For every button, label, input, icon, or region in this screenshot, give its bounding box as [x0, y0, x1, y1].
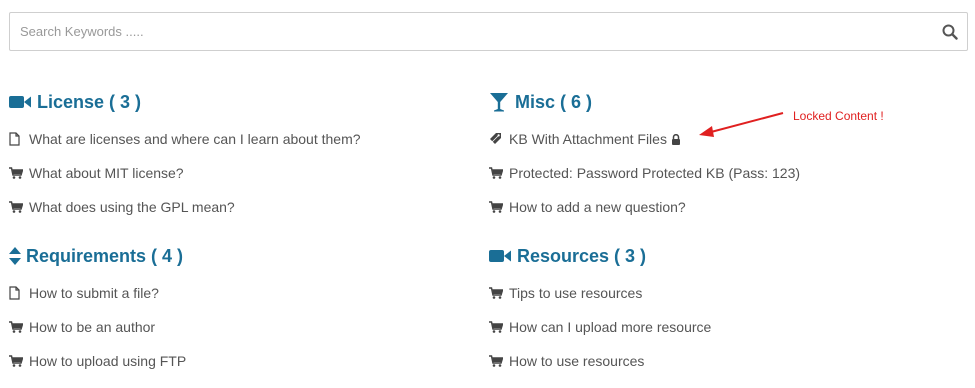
- article-link[interactable]: What about MIT license?: [29, 165, 184, 181]
- video-camera-icon: [9, 94, 31, 110]
- search-icon[interactable]: [933, 13, 967, 50]
- search-bar: [9, 12, 968, 51]
- article-link[interactable]: Tips to use resources: [509, 285, 642, 301]
- cart-icon: [9, 355, 23, 367]
- cart-icon: [489, 321, 503, 333]
- document-icon: [9, 132, 23, 146]
- list-item: What does using the GPL mean?: [9, 197, 235, 217]
- cocktail-glass-icon: [489, 92, 509, 112]
- category-title-text: Requirements ( 4 ): [26, 245, 184, 266]
- list-item: KB With Attachment Files: [489, 129, 681, 149]
- article-link[interactable]: What does using the GPL mean?: [29, 199, 235, 215]
- article-link[interactable]: How to be an author: [29, 319, 155, 335]
- article-link[interactable]: Protected: Password Protected KB (Pass: …: [509, 165, 800, 181]
- document-icon: [9, 286, 23, 300]
- cart-icon: [489, 167, 503, 179]
- cart-icon: [489, 287, 503, 299]
- article-link[interactable]: KB With Attachment Files: [509, 131, 667, 147]
- video-camera-icon: [489, 248, 511, 264]
- cart-icon: [489, 201, 503, 213]
- category-title-text: Resources ( 3 ): [517, 245, 647, 266]
- cart-icon: [489, 355, 503, 367]
- list-item: How to be an author: [9, 317, 155, 337]
- article-link[interactable]: What are licenses and where can I learn …: [29, 131, 361, 147]
- list-item: How to upload using FTP: [9, 351, 186, 371]
- list-item: How to use resources: [489, 351, 644, 371]
- list-item: How to add a new question?: [489, 197, 686, 217]
- list-item: How can I upload more resource: [489, 317, 711, 337]
- category-title[interactable]: Resources ( 3 ): [489, 244, 949, 268]
- article-link[interactable]: How to upload using FTP: [29, 353, 186, 369]
- list-item: Tips to use resources: [489, 283, 642, 303]
- list-item: What about MIT license?: [9, 163, 184, 183]
- category-license: License ( 3 ) What are licenses and wher…: [9, 90, 469, 220]
- list-item: What are licenses and where can I learn …: [9, 129, 361, 149]
- tags-icon: [489, 132, 503, 146]
- article-link[interactable]: How to submit a file?: [29, 285, 159, 301]
- annotation-arrow: [699, 112, 784, 137]
- lock-icon: [671, 133, 681, 145]
- category-title[interactable]: License ( 3 ): [9, 90, 469, 114]
- article-link[interactable]: How can I upload more resource: [509, 319, 711, 335]
- category-resources: Resources ( 3 ) Tips to use resources Ho…: [489, 244, 949, 378]
- article-link[interactable]: How to add a new question?: [509, 199, 686, 215]
- cart-icon: [9, 167, 23, 179]
- category-title-text: License ( 3 ): [37, 91, 142, 112]
- cart-icon: [9, 201, 23, 213]
- category-requirements: Requirements ( 4 ) How to submit a file?…: [9, 244, 469, 378]
- sort-icon: [9, 247, 21, 265]
- annotation-label: Locked Content !: [793, 109, 884, 123]
- category-title[interactable]: Requirements ( 4 ): [9, 244, 469, 268]
- list-item: Protected: Password Protected KB (Pass: …: [489, 163, 800, 183]
- article-link[interactable]: How to use resources: [509, 353, 644, 369]
- list-item: How to submit a file?: [9, 283, 159, 303]
- category-title-text: Misc ( 6 ): [515, 91, 593, 112]
- search-input[interactable]: [10, 13, 933, 50]
- cart-icon: [9, 321, 23, 333]
